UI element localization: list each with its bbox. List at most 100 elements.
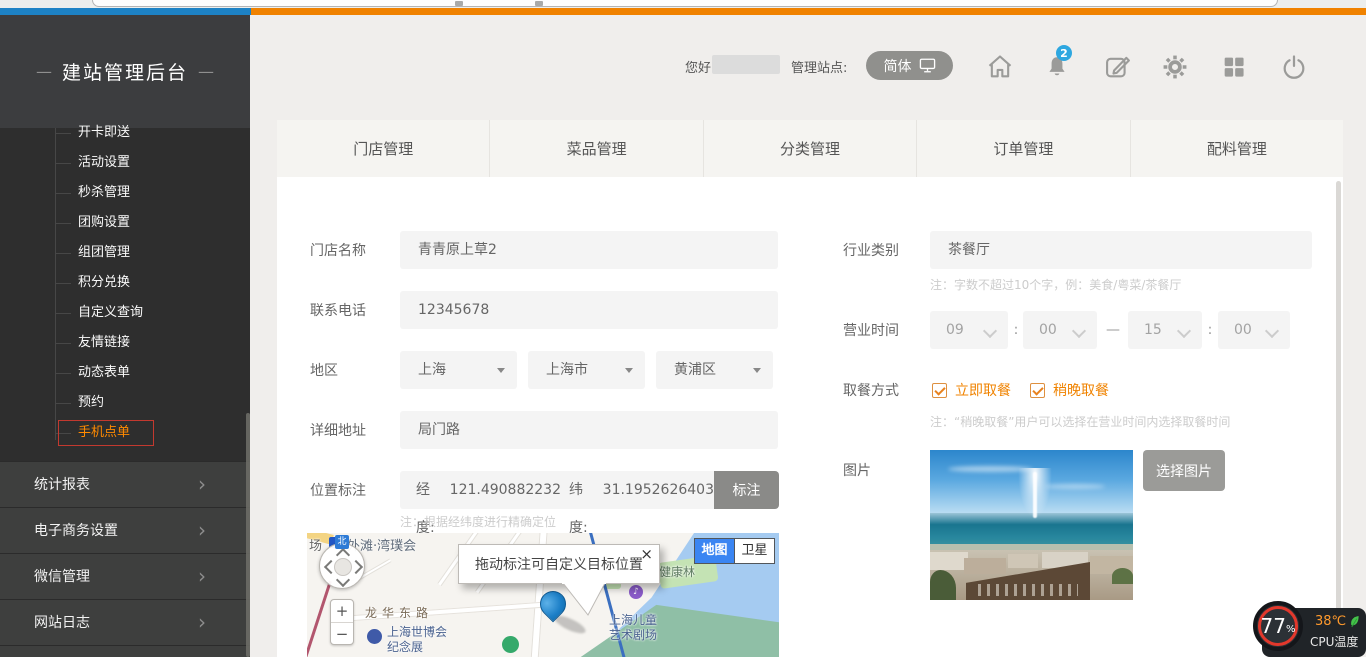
tab-ingredient-management[interactable]: 配料管理	[1130, 120, 1343, 177]
sidebar-item-card-gift[interactable]: 开卡即送	[0, 124, 250, 142]
browser-icon[interactable]	[455, 1, 463, 6]
sidebar-scrollbar[interactable]	[246, 413, 250, 657]
park-poi-icon	[502, 636, 519, 653]
city-select[interactable]: 上海市	[528, 351, 645, 389]
store-name-input[interactable]: 青青原上草2	[400, 231, 778, 269]
pickup-label: 取餐方式	[843, 382, 899, 400]
location-label: 位置标注	[310, 482, 366, 500]
tree-tick	[55, 223, 71, 224]
sidebar-item-seckill[interactable]: 秒杀管理	[0, 184, 250, 202]
check-icon	[1032, 384, 1043, 395]
power-logout-icon[interactable]	[1280, 52, 1308, 82]
photo-building	[1008, 554, 1038, 568]
province-select[interactable]: 上海	[400, 351, 517, 389]
photo-trees	[1112, 568, 1133, 584]
time-colon: :	[1206, 311, 1214, 349]
image-label: 图片	[843, 462, 871, 480]
edit-compose-icon[interactable]	[1103, 52, 1131, 82]
sidebar-item-activity[interactable]: 活动设置	[0, 154, 250, 172]
close-minute-select[interactable]: 00	[1218, 311, 1290, 349]
music-poi-icon: ♪	[629, 585, 643, 599]
photo-fountain-jet	[1033, 472, 1037, 518]
sidebar-group-site-log[interactable]: 网站日志›	[0, 599, 250, 645]
active-item-highlight-box	[58, 420, 154, 446]
address-input[interactable]: 局门路	[400, 411, 778, 449]
open-hour-select[interactable]: 09	[930, 311, 1008, 349]
chevron-right-icon: ›	[198, 508, 206, 552]
zoom-out-button[interactable]: −	[331, 622, 353, 645]
map-type-satellite-button[interactable]: 卫星	[735, 538, 775, 564]
sidebar-item-points[interactable]: 积分兑换	[0, 274, 250, 292]
industry-note: 注：字数不超过10个字，例：美食/粤菜/茶餐厅	[930, 276, 1181, 293]
phone-input[interactable]: 12345678	[400, 291, 778, 329]
pickup-later-checkbox[interactable]	[1030, 383, 1045, 398]
leaf-icon	[1349, 615, 1360, 628]
lat-value: 31.1952626403	[603, 471, 714, 509]
app-title: 建站管理后台	[62, 58, 188, 85]
map-pan-control[interactable]	[319, 543, 365, 589]
zoom-in-button[interactable]: +	[331, 600, 353, 622]
cpu-monitor-widget: 38℃ CPU温度 77 %	[1253, 601, 1366, 657]
sidebar-item-forms[interactable]: 动态表单	[0, 364, 250, 382]
mark-location-button[interactable]: 标注	[714, 471, 779, 509]
open-minute-select[interactable]: 00	[1023, 311, 1097, 349]
close-hour-select[interactable]: 15	[1128, 311, 1202, 349]
location-readout: 经度: 121.490882232 纬度: 31.1952626403	[400, 471, 714, 509]
choose-image-button[interactable]: 选择图片	[1143, 450, 1225, 491]
tab-category-management[interactable]: 分类管理	[703, 120, 916, 177]
pickup-later-label: 稍晚取餐	[1053, 383, 1109, 399]
map-canvas[interactable]: 场 外滩·湾璞会 龙华东路 上海世博会纪念展 上海儿童艺术剧场 健康林 ♪ 拖动…	[307, 533, 779, 657]
museum-poi-icon	[367, 629, 382, 644]
sidebar-item-links[interactable]: 友情链接	[0, 334, 250, 352]
tree-tick	[55, 403, 71, 404]
manage-site-label: 管理站点:	[791, 57, 847, 76]
panel-scrollbar[interactable]	[1336, 181, 1341, 657]
sidebar-group-wechat[interactable]: 微信管理›	[0, 553, 250, 599]
sidebar: — 建站管理后台 — 开卡即送 活动设置 秒杀管理 团购设置 组团管理 积分兑换…	[0, 15, 250, 657]
address-bar[interactable]	[92, 0, 1278, 7]
sidebar-item-booking[interactable]: 预约	[0, 394, 250, 412]
map-label-partial: 场	[309, 535, 322, 554]
sidebar-group-ecommerce[interactable]: 电子商务设置›	[0, 507, 250, 553]
location-note: 注：根据经纬度进行精确定位	[400, 513, 556, 530]
lng-label: 经度:	[416, 471, 442, 509]
cpu-temp-label: CPU温度	[1310, 633, 1358, 650]
apps-grid-icon[interactable]	[1220, 52, 1248, 82]
browser-icon[interactable]	[535, 1, 543, 6]
tab-order-management[interactable]: 订单管理	[916, 120, 1129, 177]
district-select[interactable]: 黄浦区	[656, 351, 773, 389]
sidebar-item-group[interactable]: 组团管理	[0, 244, 250, 262]
map-tooltip: 拖动标注可自定义目标位置 ×	[458, 544, 660, 584]
map-zoom-control[interactable]: + −	[330, 599, 354, 645]
language-pill-button[interactable]: 简体	[866, 51, 953, 80]
tab-dish-management[interactable]: 菜品管理	[489, 120, 702, 177]
chevron-down-icon	[1072, 324, 1086, 338]
photo-building	[930, 552, 968, 570]
sidebar-group-statistics[interactable]: 统计报表›	[0, 461, 250, 507]
redacted-username	[712, 55, 780, 74]
chevron-right-icon: ›	[198, 462, 206, 506]
map-label-park: 健康林	[659, 563, 695, 580]
map-label-theater: 上海儿童艺术剧场	[609, 613, 657, 643]
map-type-map-button[interactable]: 地图	[694, 538, 735, 564]
dropdown-arrow-icon	[497, 368, 505, 377]
tab-bar: 门店管理 菜品管理 分类管理 订单管理 配料管理	[277, 120, 1343, 177]
notification-badge: 2	[1056, 45, 1072, 61]
sidebar-item-groupbuy[interactable]: 团购设置	[0, 214, 250, 232]
gear-settings-icon[interactable]	[1161, 52, 1189, 82]
notification-bell-icon[interactable]: 2	[1044, 53, 1072, 83]
pickup-now-checkbox[interactable]	[932, 383, 947, 398]
sidebar-group-partial	[0, 645, 250, 657]
tree-tick	[55, 343, 71, 344]
industry-input[interactable]: 茶餐厅	[930, 231, 1312, 269]
cpu-percent-sign: %	[1286, 624, 1296, 635]
phone-label: 联系电话	[310, 302, 366, 320]
tab-store-management[interactable]: 门店管理	[277, 120, 489, 177]
tree-tick	[55, 193, 71, 194]
sidebar-item-custom-query[interactable]: 自定义查询	[0, 304, 250, 322]
close-icon[interactable]: ×	[640, 546, 653, 562]
home-icon[interactable]	[986, 52, 1014, 82]
store-photo	[930, 450, 1133, 600]
pickup-note: 注：“稍晚取餐”用户可以选择在营业时间内选择取餐时间	[930, 413, 1230, 430]
pan-center-knob[interactable]	[334, 558, 352, 576]
